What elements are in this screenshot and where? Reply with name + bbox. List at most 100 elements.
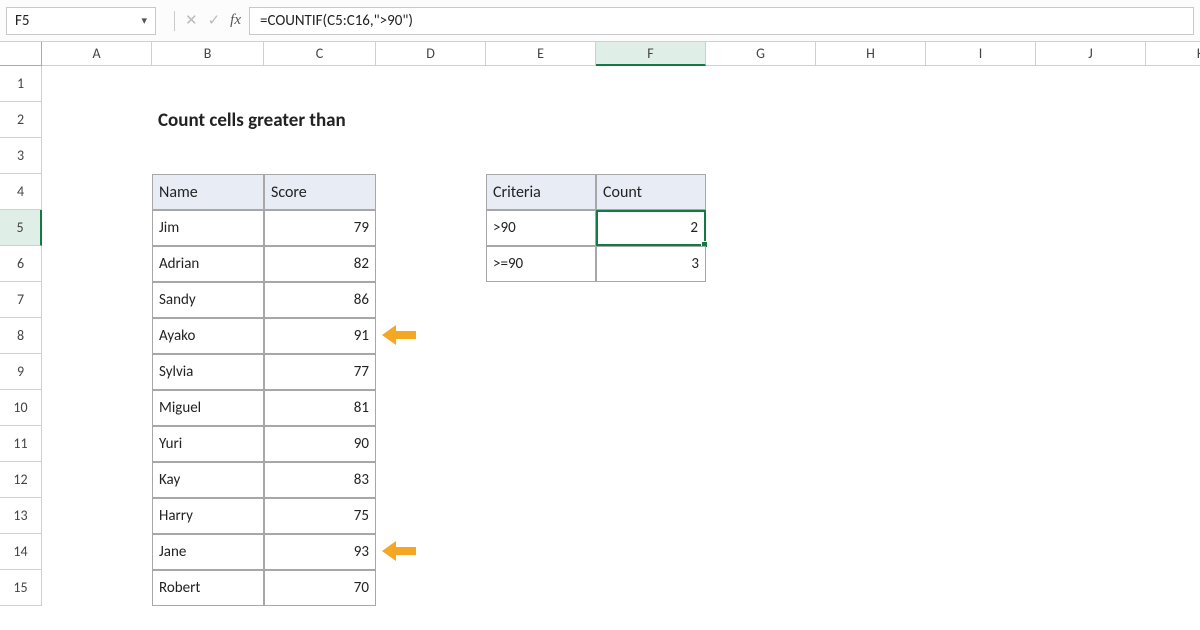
cell-G1[interactable]	[706, 66, 816, 102]
cell-D13[interactable]	[376, 498, 486, 534]
cell-H4[interactable]	[816, 174, 926, 210]
cell-E15[interactable]	[486, 570, 596, 606]
cell-G11[interactable]	[706, 426, 816, 462]
cell-D15[interactable]	[376, 570, 486, 606]
cell-K11[interactable]	[1146, 426, 1200, 462]
col-H[interactable]: H	[816, 42, 926, 66]
cell-F12[interactable]	[596, 462, 706, 498]
cell-A9[interactable]	[42, 354, 152, 390]
cell-H11[interactable]	[816, 426, 926, 462]
table-row[interactable]: Harry	[152, 498, 264, 534]
cell-I14[interactable]	[926, 534, 1036, 570]
col-E[interactable]: E	[486, 42, 596, 66]
cell-A15[interactable]	[42, 570, 152, 606]
row-12[interactable]: 12	[0, 462, 42, 498]
col-A[interactable]: A	[42, 42, 152, 66]
cell-J14[interactable]	[1036, 534, 1146, 570]
cell-K4[interactable]	[1146, 174, 1200, 210]
cell-I2[interactable]	[926, 102, 1036, 138]
row-8[interactable]: 8	[0, 318, 42, 354]
cell-H6[interactable]	[816, 246, 926, 282]
table-row[interactable]: Robert	[152, 570, 264, 606]
cell-I3[interactable]	[926, 138, 1036, 174]
cell-K15[interactable]	[1146, 570, 1200, 606]
cell-H3[interactable]	[816, 138, 926, 174]
cell-D5[interactable]	[376, 210, 486, 246]
table-row[interactable]: Kay	[152, 462, 264, 498]
cell-C3[interactable]	[264, 138, 376, 174]
cell-J13[interactable]	[1036, 498, 1146, 534]
cell-J5[interactable]	[1036, 210, 1146, 246]
cell-H7[interactable]	[816, 282, 926, 318]
cell-E14[interactable]	[486, 534, 596, 570]
cell-F14[interactable]	[596, 534, 706, 570]
cell-G7[interactable]	[706, 282, 816, 318]
col-F[interactable]: F	[596, 42, 706, 66]
row-15[interactable]: 15	[0, 570, 42, 606]
accept-icon[interactable]: ✓	[208, 11, 221, 30]
cell-A1[interactable]	[42, 66, 152, 102]
cell-J2[interactable]	[1036, 102, 1146, 138]
cell-I11[interactable]	[926, 426, 1036, 462]
col-C[interactable]: C	[264, 42, 376, 66]
table-row[interactable]: 82	[264, 246, 376, 282]
cell-K10[interactable]	[1146, 390, 1200, 426]
table1-header-score[interactable]: Score	[264, 174, 376, 210]
cell-E10[interactable]	[486, 390, 596, 426]
cell-A10[interactable]	[42, 390, 152, 426]
table-row[interactable]: >=90	[486, 246, 596, 282]
cell-J7[interactable]	[1036, 282, 1146, 318]
cell-G15[interactable]	[706, 570, 816, 606]
cell-E8[interactable]	[486, 318, 596, 354]
cell-I10[interactable]	[926, 390, 1036, 426]
cell-E7[interactable]	[486, 282, 596, 318]
cell-J4[interactable]	[1036, 174, 1146, 210]
cell-G2[interactable]	[706, 102, 816, 138]
cell-A2[interactable]	[42, 102, 152, 138]
cell-G8[interactable]	[706, 318, 816, 354]
cell-K12[interactable]	[1146, 462, 1200, 498]
table-row[interactable]: >90	[486, 210, 596, 246]
table2-header-count[interactable]: Count	[596, 174, 706, 210]
cell-I15[interactable]	[926, 570, 1036, 606]
row-14[interactable]: 14	[0, 534, 42, 570]
cell-E3[interactable]	[486, 138, 596, 174]
cell-F2[interactable]	[596, 102, 706, 138]
cell-B1[interactable]	[152, 66, 264, 102]
cell-K13[interactable]	[1146, 498, 1200, 534]
name-box[interactable]: F5 ▾	[6, 7, 156, 35]
cell-D1[interactable]	[376, 66, 486, 102]
cell-I12[interactable]	[926, 462, 1036, 498]
table-row[interactable]: 70	[264, 570, 376, 606]
cell-F9[interactable]	[596, 354, 706, 390]
table1-header-name[interactable]: Name	[152, 174, 264, 210]
cell-E1[interactable]	[486, 66, 596, 102]
cell-K3[interactable]	[1146, 138, 1200, 174]
cell-G9[interactable]	[706, 354, 816, 390]
cell-J1[interactable]	[1036, 66, 1146, 102]
row-1[interactable]: 1	[0, 66, 42, 102]
row-3[interactable]: 3	[0, 138, 42, 174]
cell-H5[interactable]	[816, 210, 926, 246]
cell-D9[interactable]	[376, 354, 486, 390]
table-row[interactable]: Sylvia	[152, 354, 264, 390]
cell-A6[interactable]	[42, 246, 152, 282]
row-2[interactable]: 2	[0, 102, 42, 138]
table-row[interactable]: Sandy	[152, 282, 264, 318]
cell-D4[interactable]	[376, 174, 486, 210]
cell-I5[interactable]	[926, 210, 1036, 246]
col-G[interactable]: G	[706, 42, 816, 66]
table-row[interactable]: 81	[264, 390, 376, 426]
cell-I4[interactable]	[926, 174, 1036, 210]
cell-G4[interactable]	[706, 174, 816, 210]
cell-H2[interactable]	[816, 102, 926, 138]
cell-G5[interactable]	[706, 210, 816, 246]
cell-A5[interactable]	[42, 210, 152, 246]
cell-G12[interactable]	[706, 462, 816, 498]
cancel-icon[interactable]: ✕	[185, 11, 198, 30]
cell-A4[interactable]	[42, 174, 152, 210]
table-row[interactable]: Jane	[152, 534, 264, 570]
cell-D12[interactable]	[376, 462, 486, 498]
col-B[interactable]: B	[152, 42, 264, 66]
cell-H15[interactable]	[816, 570, 926, 606]
